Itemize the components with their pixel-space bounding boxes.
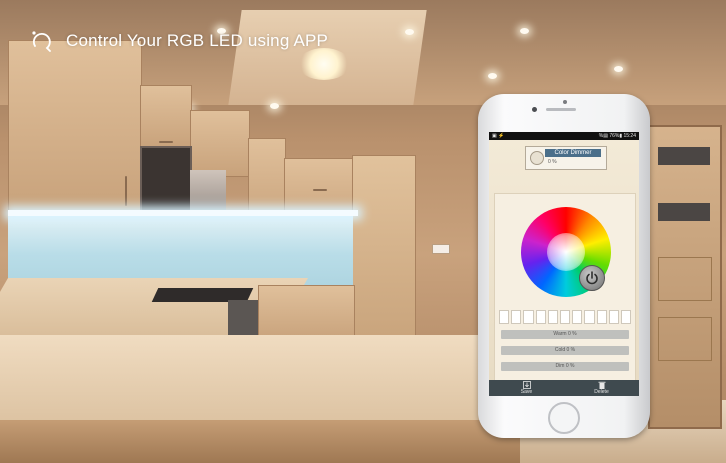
mode-title: Color Dimmer [545,149,601,157]
color-swatch[interactable] [511,310,522,324]
wall-cabinet [140,85,192,149]
color-swatch[interactable] [523,310,534,324]
warm-slider[interactable]: Warm 0 % [501,330,629,339]
promo-title: Control Your RGB LED using APP [66,31,329,50]
color-wheel-center [547,233,605,291]
spotlight [488,73,497,79]
app-body: Color Dimmer 0 % Warm 0 % Cold 0 % Dim 0… [489,140,639,381]
island-base [0,420,540,463]
color-swatch[interactable] [596,310,607,324]
delete-label: Delete [594,389,609,395]
front-camera [563,100,567,104]
door-window [658,147,710,165]
circle-logo-icon [30,30,52,52]
proximity-sensor [532,107,537,112]
color-swatch[interactable] [559,310,571,324]
color-swatch[interactable] [547,310,558,324]
promo-header: Control Your RGB LED using APP [30,30,328,52]
color-swatch[interactable] [535,310,546,324]
door-panel [658,257,712,301]
cold-slider[interactable]: Cold 0 % [501,346,629,355]
delete-button[interactable]: Delete [564,380,639,396]
spotlight [270,103,279,109]
color-swatch[interactable] [499,310,510,324]
bottom-bar: Save Delete [489,380,639,396]
color-swatch[interactable] [584,310,595,324]
color-swatch[interactable] [608,310,619,324]
spotlight [614,66,623,72]
oven [228,300,258,338]
cabinet-handle [125,176,127,206]
earpiece [546,108,576,111]
door-panel [658,317,712,361]
status-right-text: %▤ 76%▮ 15:24 [598,133,636,139]
download-icon [522,381,531,389]
mode-value: 0 % [548,159,557,165]
home-button[interactable] [548,402,580,434]
app-promo-scene: Control Your RGB LED using APP ▣ ⚡ %▤ 76… [0,0,726,463]
power-icon [586,271,598,285]
spotlight [520,28,529,34]
wall-cabinet [190,110,250,177]
trash-icon [598,381,605,389]
color-swatch[interactable] [620,310,632,324]
base-cabinet [258,285,355,342]
color-swatches [499,310,632,324]
save-button[interactable]: Save [489,380,564,396]
dim-slider[interactable]: Dim 0 % [501,362,629,371]
status-bar: ▣ ⚡ %▤ 76%▮ 15:24 [489,132,639,140]
door-window [658,203,710,221]
tall-cabinet [352,155,416,342]
cabinet-handle [159,141,173,143]
door [648,125,722,429]
power-button[interactable] [579,265,605,291]
led-strip [8,210,358,216]
phone-mockup: ▣ ⚡ %▤ 76%▮ 15:24 Color Dimmer 0 % Warm … [478,94,650,438]
wall-socket [432,244,450,254]
phone-screen: ▣ ⚡ %▤ 76%▮ 15:24 Color Dimmer 0 % Warm … [489,132,639,396]
save-label: Save [520,389,533,395]
spotlight [405,29,414,35]
bulb-icon [530,151,544,165]
kitchen-island [0,335,490,425]
ceiling-light [298,48,350,80]
color-wheel[interactable] [521,207,611,297]
control-panel: Warm 0 % Cold 0 % Dim 0 % [494,193,636,381]
mode-selector[interactable]: Color Dimmer 0 % [525,146,607,170]
color-swatch[interactable] [572,310,583,324]
cabinet-handle [313,189,327,191]
wall-cabinet [8,40,142,214]
status-left-icons: ▣ ⚡ [492,133,505,139]
